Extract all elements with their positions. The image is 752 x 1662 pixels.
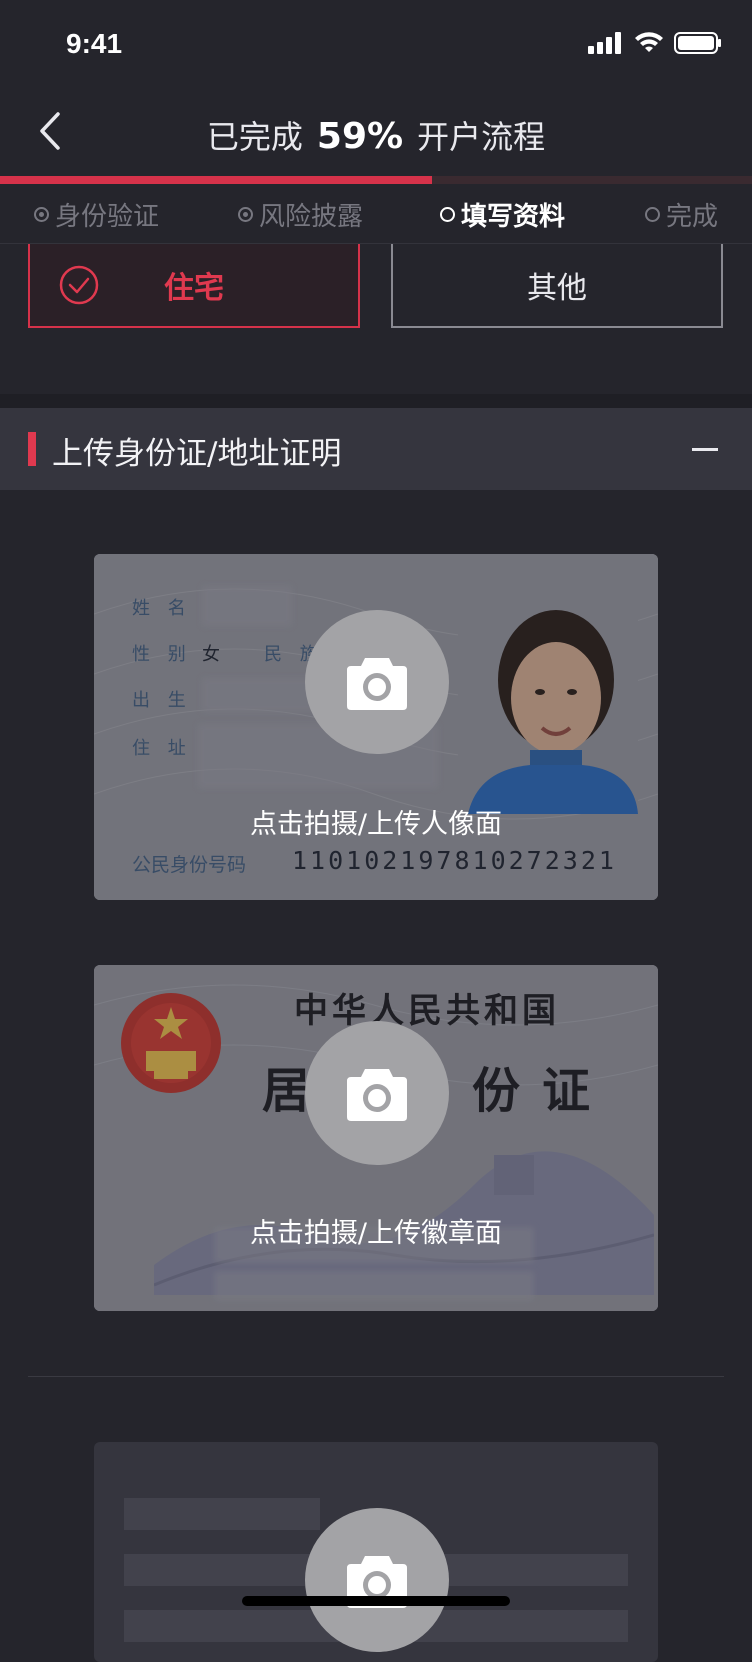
step-dot-icon [645,207,660,222]
status-time: 9:41 [66,28,123,59]
step-dot-icon [440,207,455,222]
status-bar: 9:41 [0,0,752,96]
nav-title: 已完成 59% 开户流程 [0,112,752,158]
progress-percent: 59% [316,116,404,157]
upload-front-label: 点击拍摄/上传人像面 [249,809,503,840]
address-type-residential-button[interactable]: 住宅 [28,244,360,328]
id-front-upload-card[interactable]: 姓 名 性 别 女 民 族 出 生 住 址 公民身份号码 11010219781… [94,554,658,900]
address-type-other-button[interactable]: 其他 [391,244,723,328]
camera-button[interactable] [305,610,449,754]
step-complete: 完成 [645,196,718,233]
upload-back-label: 点击拍摄/上传徽章面 [249,1218,503,1249]
card-separator [28,1376,724,1377]
step-dot-icon [34,207,49,222]
camera-button[interactable] [305,1508,449,1652]
address-type-residential-label: 住宅 [164,271,224,306]
address-type-other-label: 其他 [527,271,587,306]
nav-title-prefix: 已完成 [206,118,303,156]
signal-icon [588,32,621,54]
progress-fill [0,176,433,184]
step-label: 完成 [666,202,719,232]
step-label: 风险披露 [259,202,364,232]
step-label: 填写资料 [461,202,566,232]
section-divider [0,394,752,408]
section-accent-bar [28,432,36,466]
address-type-selector: 住宅 其他 [28,244,724,330]
id-back-upload-card[interactable]: 中华人民共和国 居民身份证 点击拍摄/上传徽章面 [94,965,658,1311]
camera-button[interactable] [305,1021,449,1165]
step-dot-icon [238,207,253,222]
section-title: 上传身份证/地址证明 [52,436,342,472]
step-risk: 风险披露 [238,196,363,233]
upload-section-header[interactable]: 上传身份证/地址证明 [0,408,752,490]
status-icons [588,32,722,54]
nav-title-suffix: 开户流程 [417,118,546,156]
nav-bar: 已完成 59% 开户流程 [0,96,752,176]
minus-icon[interactable] [692,448,718,451]
step-indicator: 身份验证 风险披露 填写资料 完成 [0,186,752,244]
battery-icon [674,32,721,54]
camera-icon [347,658,407,710]
step-label: 身份验证 [55,202,160,232]
step-identity: 身份验证 [34,196,159,233]
camera-icon [347,1069,407,1121]
placeholder-line [124,1498,320,1530]
address-proof-upload-card[interactable] [94,1442,658,1662]
step-info: 填写资料 [440,196,565,233]
progress-track [0,176,752,184]
home-indicator[interactable] [242,1596,510,1606]
wifi-icon [635,32,663,52]
check-circle-icon [59,265,99,305]
